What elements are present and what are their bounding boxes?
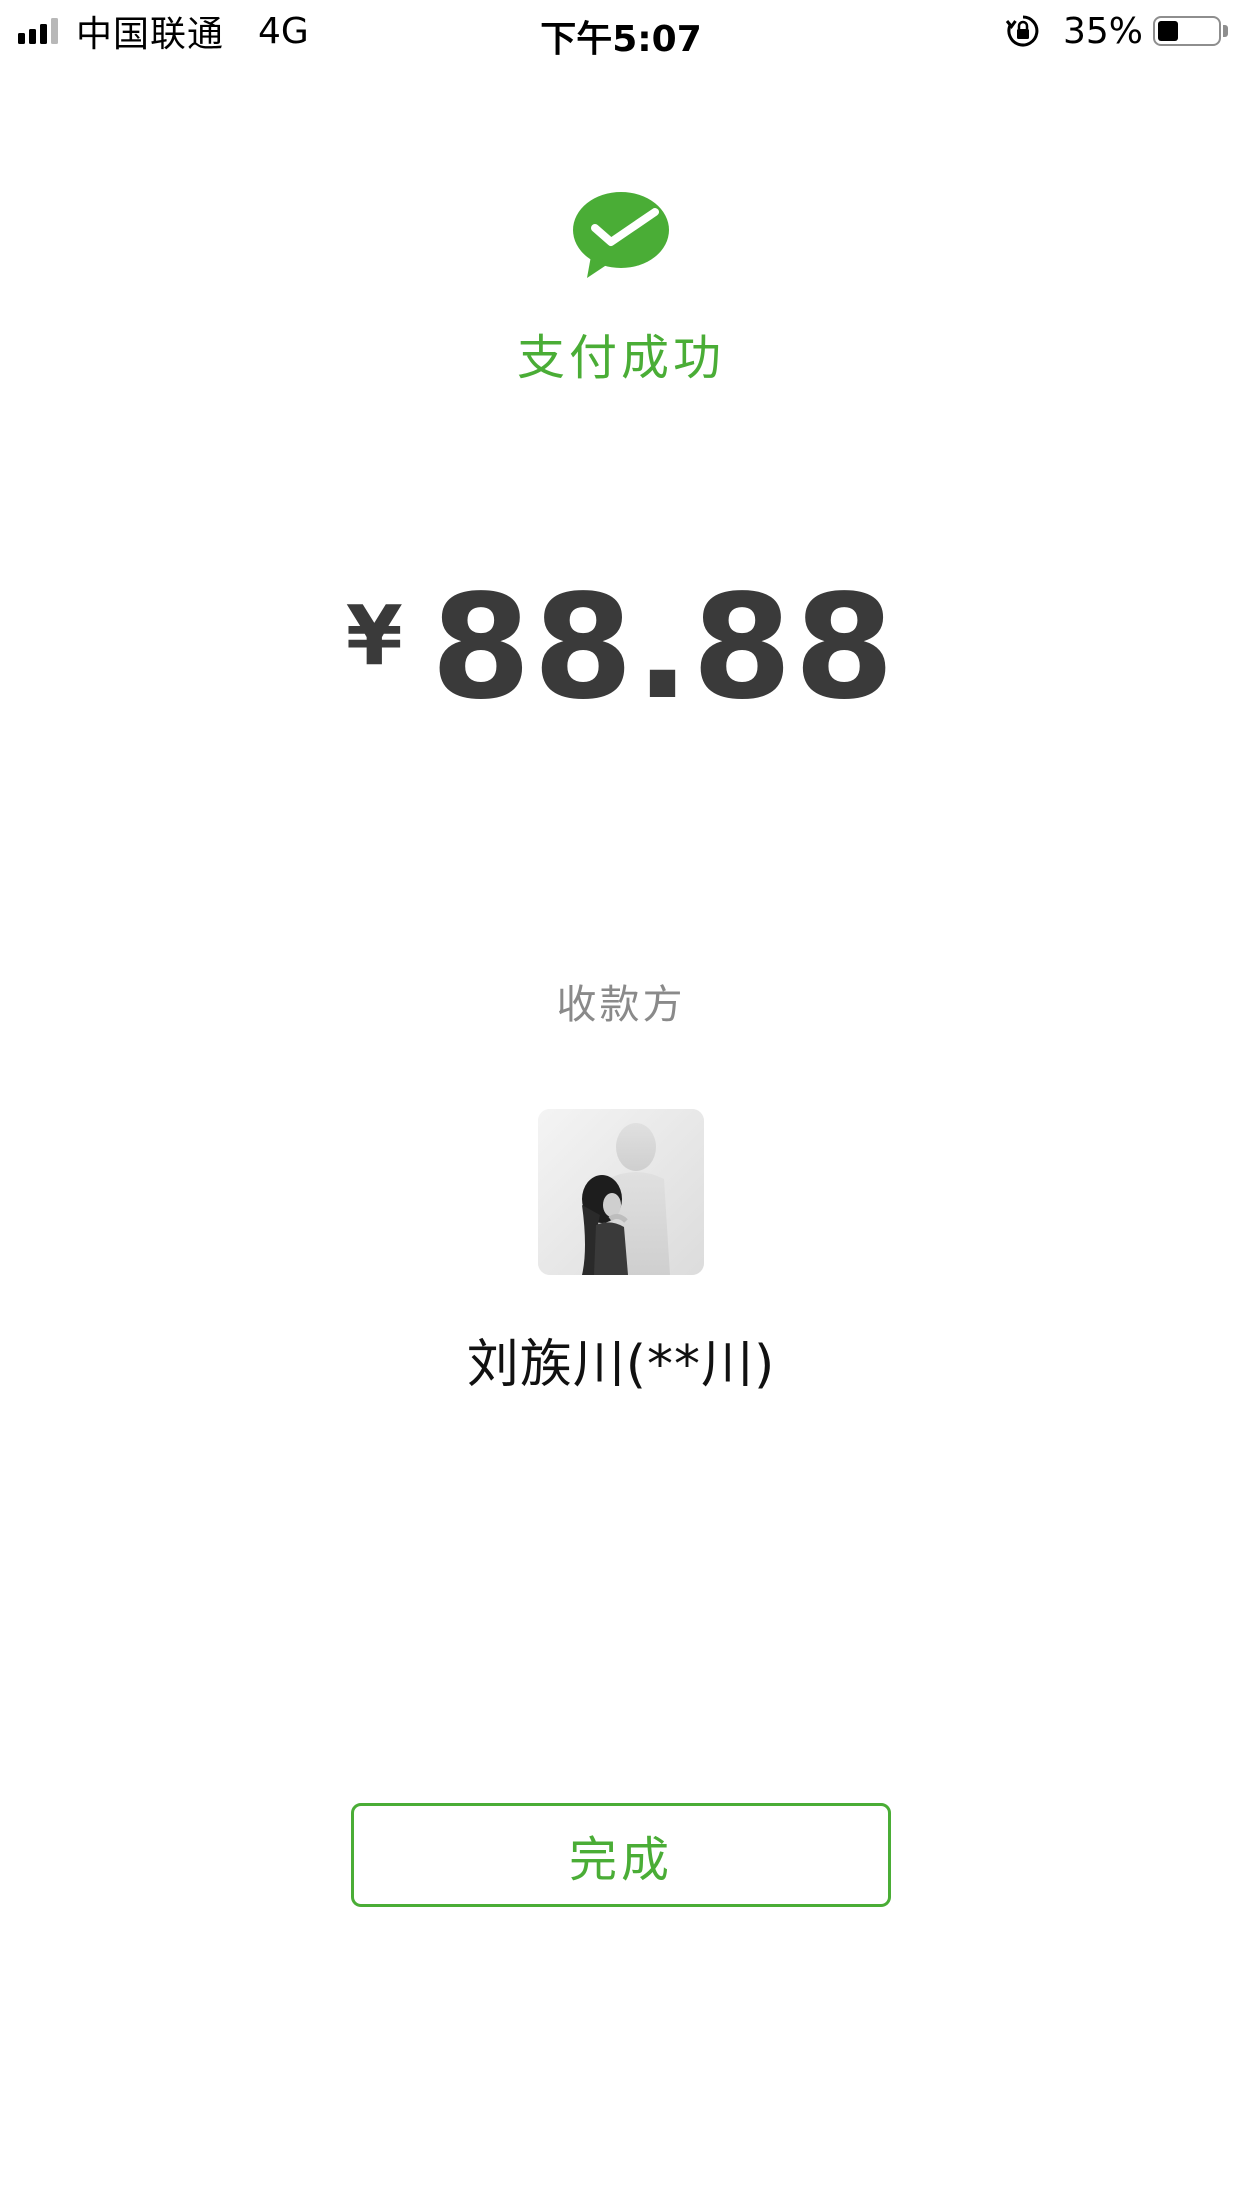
amount-row: ¥ 88.88 [0,575,1242,725]
done-button[interactable]: 完成 [351,1803,891,1907]
payee-name: 刘族川(**川) [466,1335,776,1395]
payment-success-title: 支付成功 [516,330,725,386]
orientation-lock-icon [1005,15,1039,47]
payee-label: 收款方 [556,982,686,1028]
status-right: 35% [1005,10,1228,52]
battery-cap [1223,25,1228,37]
battery-icon [1153,16,1221,46]
wechat-pay-success-icon [573,192,669,278]
payment-success-screen: 中国联通 4G 下午5:07 35% 支付成功 ¥ 88.88 收款方 刘族川(… [0,0,1242,2208]
battery-percent: 35% [1062,10,1143,52]
battery-level-fill [1158,21,1178,41]
currency-symbol: ¥ [345,589,403,684]
payment-amount: 88.88 [430,563,897,731]
status-bar: 中国联通 4G 下午5:07 35% [0,0,1242,62]
payee-avatar [538,1109,704,1275]
